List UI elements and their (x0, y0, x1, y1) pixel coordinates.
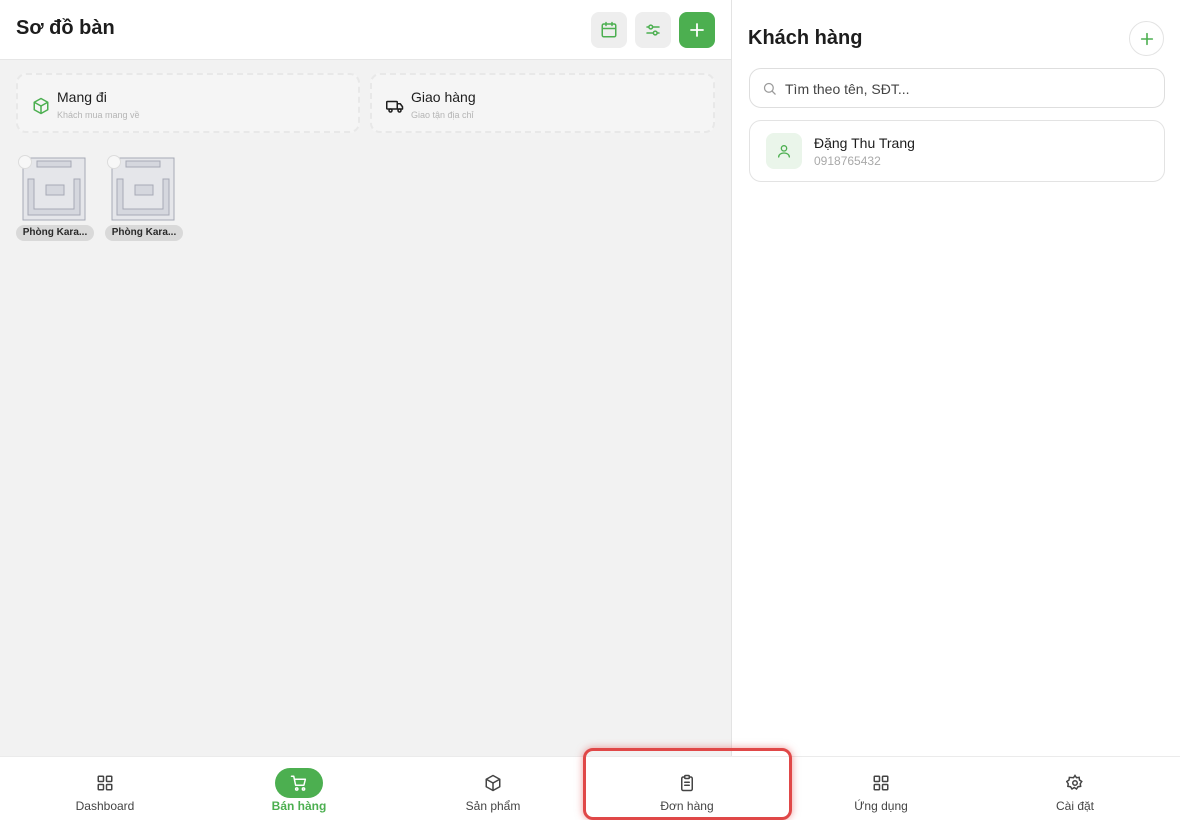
user-icon (778, 145, 790, 158)
room-label: Phòng Kara... (16, 225, 94, 241)
nav-item-orders[interactable]: Đơn hàng (590, 757, 784, 820)
nav-item-dashboard[interactable]: Dashboard (8, 757, 202, 820)
delivery-title: Giao hàng (411, 89, 476, 105)
customer-panel-title: Khách hàng (748, 27, 863, 49)
grid-icon (97, 775, 113, 791)
filter-button[interactable] (635, 12, 671, 48)
table-map-panel: Sơ đồ bàn Mang đi Khách mua mang về Giao… (0, 0, 731, 756)
add-customer-button[interactable] (1129, 21, 1164, 56)
plus-icon (1140, 32, 1153, 45)
delivery-subtitle: Giao tận địa chỉ (411, 110, 474, 120)
nav-item-products[interactable]: Sản phẩm (396, 757, 590, 820)
bottom-nav: Dashboard Bán hàng Sản phẩm Đơn hàng Ứng… (0, 756, 1180, 820)
nav-label: Đơn hàng (660, 799, 714, 813)
takeaway-subtitle: Khách mua mang về (57, 110, 140, 120)
apps-icon (873, 775, 889, 791)
search-icon (763, 82, 776, 95)
package-icon (33, 97, 49, 115)
calendar-button[interactable] (591, 12, 627, 48)
customer-phone: 0918765432 (814, 154, 881, 168)
plus-icon (690, 23, 704, 37)
table-map-header: Sơ đồ bàn (0, 0, 731, 60)
calendar-icon (601, 21, 617, 38)
nav-item-apps[interactable]: Ứng dụng (784, 757, 978, 820)
nav-item-settings[interactable]: Cài đặt (978, 757, 1172, 820)
takeaway-title: Mang đi (57, 89, 107, 105)
add-table-button[interactable] (679, 12, 715, 48)
delivery-card[interactable]: Giao hàng Giao tận địa chỉ (370, 73, 715, 133)
nav-label: Sản phẩm (465, 799, 521, 813)
room-status-indicator (18, 155, 32, 169)
room-card[interactable]: Phòng Kara... (105, 155, 183, 243)
customer-search-input[interactable] (785, 78, 1155, 100)
nav-item-sales[interactable]: Bán hàng (202, 757, 396, 820)
room-status-indicator (107, 155, 121, 169)
customer-item[interactable]: Đặng Thu Trang 0918765432 (749, 120, 1165, 182)
clipboard-icon (681, 774, 693, 792)
nav-label: Cài đặt (1055, 799, 1095, 813)
cart-icon (290, 775, 307, 791)
truck-icon (386, 100, 404, 113)
room-floorplan-icon (22, 157, 86, 221)
room-label: Phòng Kara... (105, 225, 183, 241)
page-title: Sơ đồ bàn (16, 17, 115, 39)
customer-panel: Khách hàng Đặng Thu Trang 0918765432 (731, 0, 1180, 756)
room-card[interactable]: Phòng Kara... (16, 155, 94, 243)
customer-name: Đặng Thu Trang (814, 135, 915, 151)
nav-label: Ứng dụng (854, 799, 908, 813)
nav-label: Dashboard (75, 799, 135, 813)
sliders-icon (646, 24, 660, 36)
takeaway-card[interactable]: Mang đi Khách mua mang về (16, 73, 360, 133)
room-floorplan-icon (111, 157, 175, 221)
gear-icon (1066, 774, 1083, 791)
avatar (766, 133, 802, 169)
customer-search (749, 68, 1165, 108)
box-icon (485, 774, 501, 792)
nav-label: Bán hàng (271, 799, 327, 813)
